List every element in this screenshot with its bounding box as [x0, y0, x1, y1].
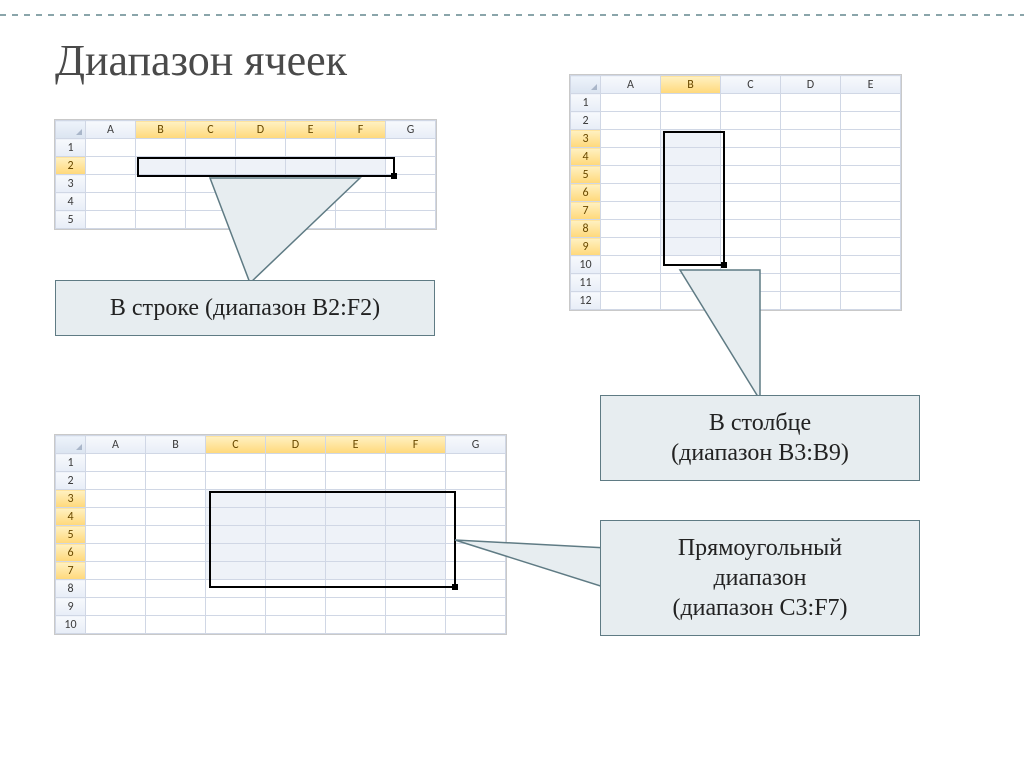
row-header: 2 — [571, 112, 601, 130]
col-header: B — [136, 121, 186, 139]
row-header: 10 — [571, 256, 601, 274]
row-header: 6 — [571, 184, 601, 202]
row-header: 9 — [56, 598, 86, 616]
callout-pointer-col — [680, 270, 860, 405]
decorative-top-rule — [0, 14, 1024, 16]
sheet-corner — [571, 76, 601, 94]
callout-text: (диапазон C3:F7) — [672, 595, 847, 621]
col-header: G — [386, 121, 436, 139]
row-header: 6 — [56, 544, 86, 562]
row-header: 3 — [56, 490, 86, 508]
row-header: 7 — [56, 562, 86, 580]
col-header: A — [86, 121, 136, 139]
row-header: 4 — [56, 508, 86, 526]
row-header: 10 — [56, 616, 86, 634]
row-header: 8 — [56, 580, 86, 598]
row-header: 2 — [56, 472, 86, 490]
row-header: 1 — [56, 454, 86, 472]
row-header: 5 — [56, 211, 86, 229]
callout-col: В столбце (диапазон B3:B9) — [600, 395, 920, 481]
col-header: D — [266, 436, 326, 454]
sheet-corner — [56, 121, 86, 139]
col-header: C — [186, 121, 236, 139]
row-header: 5 — [56, 526, 86, 544]
row-header: 4 — [571, 148, 601, 166]
spreadsheet-rect: A B C D E F G 1 2 3 4 5 6 7 8 9 10 — [55, 435, 506, 634]
row-header: 4 — [56, 193, 86, 211]
row-header: 9 — [571, 238, 601, 256]
row-header: 3 — [56, 175, 86, 193]
col-header: D — [236, 121, 286, 139]
row-header: 8 — [571, 220, 601, 238]
row-header: 3 — [571, 130, 601, 148]
sheet-rect-range: A B C D E F G 1 2 3 4 5 6 7 8 9 10 — [55, 435, 506, 634]
col-header: A — [86, 436, 146, 454]
col-header: D — [781, 76, 841, 94]
row-header: 5 — [571, 166, 601, 184]
col-header: F — [336, 121, 386, 139]
col-header: E — [326, 436, 386, 454]
row-header: 12 — [571, 292, 601, 310]
col-header: C — [206, 436, 266, 454]
col-header: C — [721, 76, 781, 94]
col-header: F — [386, 436, 446, 454]
callout-text: (диапазон B3:B9) — [671, 440, 849, 466]
callout-text: диапазон — [713, 565, 806, 591]
row-header: 1 — [571, 94, 601, 112]
col-header: G — [446, 436, 506, 454]
col-header: B — [146, 436, 206, 454]
col-header: E — [286, 121, 336, 139]
col-header: A — [601, 76, 661, 94]
row-header: 11 — [571, 274, 601, 292]
callout-rect: Прямоугольный диапазон (диапазон C3:F7) — [600, 520, 920, 636]
col-header: E — [841, 76, 901, 94]
sheet-corner — [56, 436, 86, 454]
callout-text: В строке (диапазон B2:F2) — [110, 295, 380, 321]
row-header: 1 — [56, 139, 86, 157]
row-header: 2 — [56, 157, 86, 175]
callout-text: Прямоугольный — [678, 535, 842, 561]
callout-text: В столбце — [709, 410, 811, 436]
slide: Диапазон ячеек A B C D E F G 1 2 3 4 5 — [0, 0, 1024, 767]
row-header: 7 — [571, 202, 601, 220]
col-header: B — [661, 76, 721, 94]
callout-row: В строке (диапазон B2:F2) — [55, 280, 435, 336]
